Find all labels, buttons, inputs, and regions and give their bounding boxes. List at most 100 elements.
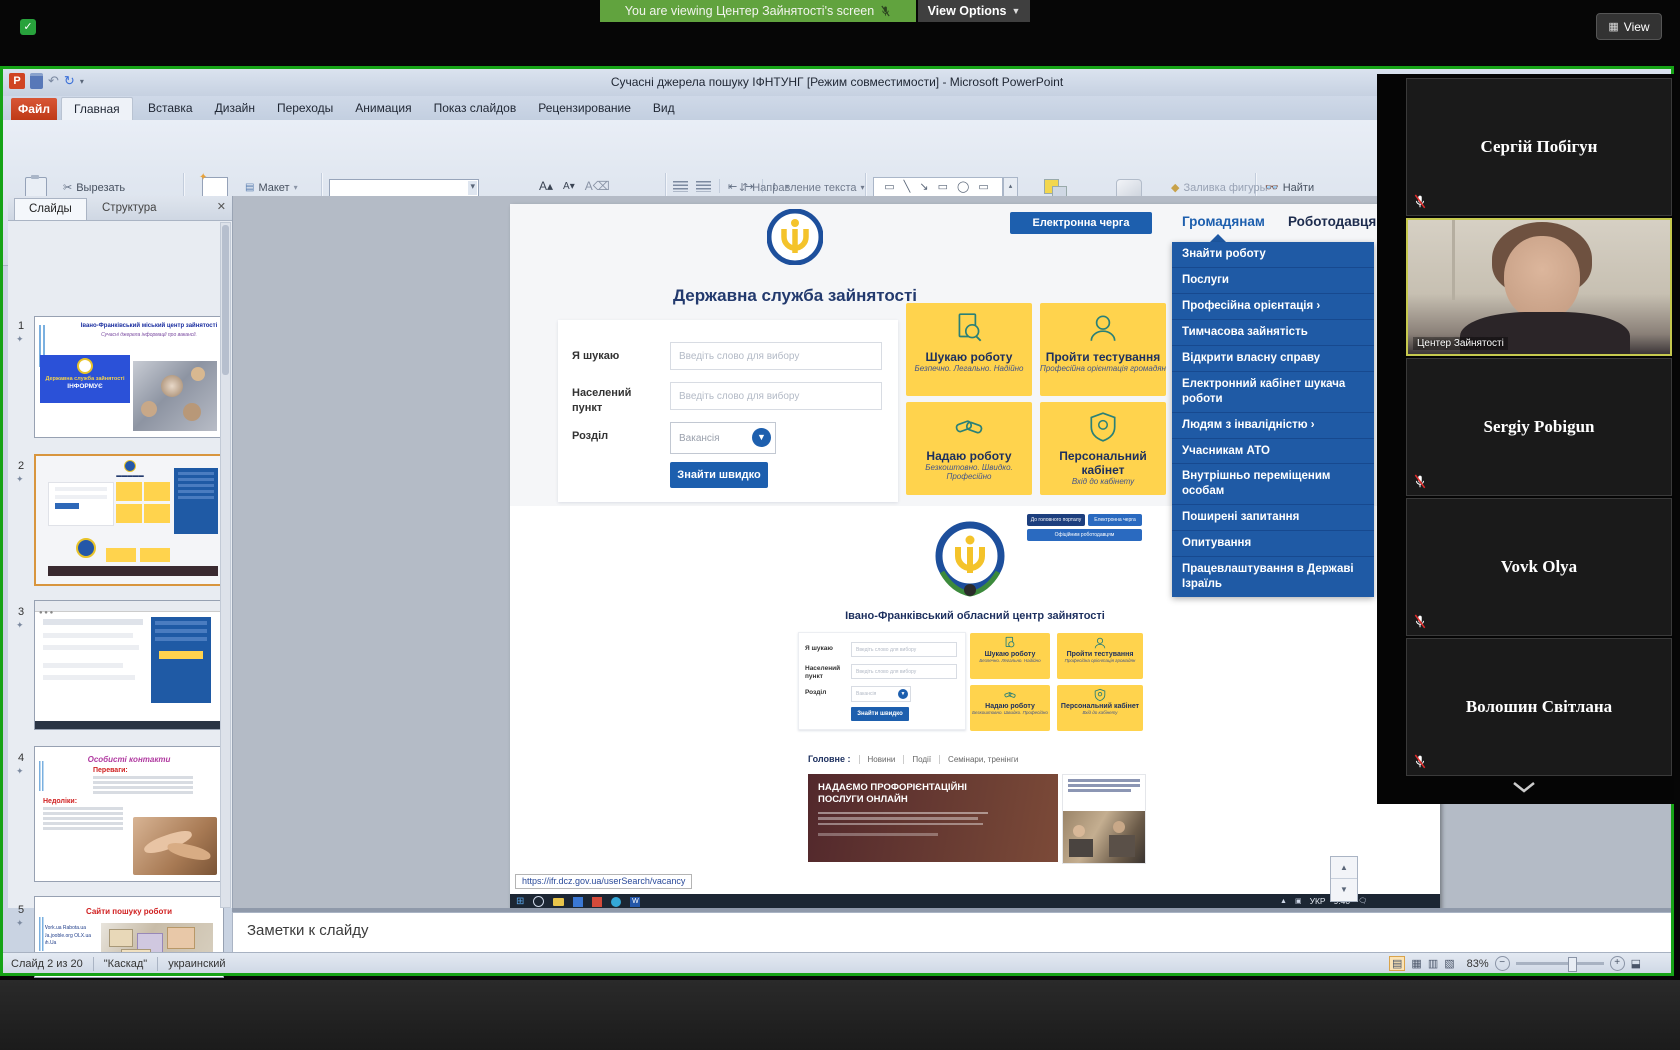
participant-name: Sergiy Pobigun <box>1407 359 1671 495</box>
bullets-icon[interactable] <box>673 181 688 192</box>
layout-icon: ▤ <box>245 182 254 193</box>
url-tooltip: https://ifr.dcz.gov.ua/userSearch/vacanc… <box>515 874 692 889</box>
slide-thumbnail-1[interactable]: Івано-Франківський міський центр зайнято… <box>34 316 224 438</box>
viewing-banner-text: You are viewing Центер Зайнятості's scre… <box>625 4 874 18</box>
slide-thumbnail-3[interactable]: ● ● ● <box>34 600 224 730</box>
thumb5-title: Сайти пошуку роботи <box>35 907 223 916</box>
site2-news-card <box>1062 774 1146 864</box>
active-speaker-video-tile[interactable]: Центер Зайнятості <box>1406 218 1672 356</box>
layout-button[interactable]: ▤Макет▾ <box>245 179 328 196</box>
zoom-out-icon[interactable]: − <box>1495 956 1510 971</box>
menu-item: Знайти роботу <box>1172 242 1374 268</box>
tab-slideshow[interactable]: Показ слайдов <box>423 97 528 119</box>
close-panel-icon[interactable]: ✕ <box>217 200 226 213</box>
thumb4-cons: Недоліки: <box>43 798 223 805</box>
s2-label-q: Я шукаю <box>805 645 833 652</box>
view-sorter-icon[interactable]: ▦ <box>1411 957 1421 970</box>
taskbar-app-icon <box>592 897 602 907</box>
thumb5-sites: Work.ua Rabota.ua Ua.jooble.org OLX.ua h… <box>43 925 93 948</box>
search-label-place: Населений пункт <box>572 386 652 417</box>
tab-review[interactable]: Рецензирование <box>527 97 642 119</box>
ppt-status-bar: Слайд 2 из 20 "Каскад" украинский ▤ ▦ ▥ … <box>3 952 1671 974</box>
cut-button[interactable]: ✂Вырезать <box>63 179 176 196</box>
zoom-in-icon[interactable]: + <box>1610 956 1625 971</box>
video-participant-label: Центер Зайнятості <box>1413 337 1508 350</box>
zoom-toolbar: Unmute ˄ Start Video 36 Participants Sha… <box>0 980 1680 1050</box>
wall-line <box>1452 220 1455 300</box>
windows-start-icon: ⊞ <box>516 896 524 907</box>
slide-nav-scroll-buttons[interactable]: ▲ ▼ <box>1330 856 1358 902</box>
clear-formatting-button[interactable]: A⌫ <box>581 179 614 193</box>
sidebar-scroll-down-button[interactable] <box>1511 780 1537 799</box>
view-normal-icon[interactable]: ▤ <box>1389 956 1405 971</box>
slide-canvas[interactable]: Електронна черга Громадянам Роботодавцям… <box>510 204 1440 910</box>
thumb4-animation-icon: ✦ <box>16 766 24 777</box>
menu-item: Професійна орієнтація › <box>1172 294 1374 320</box>
participant-tile[interactable]: Sergiy Pobigun <box>1406 358 1672 496</box>
previous-slide-icon[interactable]: ▲ <box>1331 857 1357 878</box>
view-button[interactable]: ▦ View <box>1596 13 1662 40</box>
nav-employers: Роботодавцям <box>1288 214 1386 229</box>
view-reading-icon[interactable]: ▥ <box>1428 957 1438 970</box>
zoom-slider-thumb[interactable] <box>1568 957 1577 972</box>
participant-tile[interactable]: Vovk Olya <box>1406 498 1672 636</box>
menu-item: Електронний кабінет шукача роботи <box>1172 372 1374 413</box>
view-slideshow-icon[interactable]: ▧ <box>1444 957 1454 970</box>
site2-pill-portal: До головного порталу <box>1027 514 1085 526</box>
view-options-button[interactable]: View Options ▼ <box>918 0 1030 22</box>
grow-font-button[interactable]: A▴ <box>535 179 557 193</box>
thumb1-box-line1: Державна служба зайнятості <box>40 376 130 382</box>
participant-name: Волошин Світлана <box>1407 639 1671 775</box>
tile-offer-job: Надаю роботу Безкоштовно. Швидко. Профес… <box>906 402 1032 495</box>
thumb2-animation-icon: ✦ <box>16 474 24 485</box>
notes-panel[interactable]: Заметки к слайду <box>232 912 1673 954</box>
status-language[interactable]: украинский <box>168 958 225 970</box>
tab-animations[interactable]: Анимация <box>344 97 422 119</box>
tab-insert[interactable]: Вставка <box>137 97 204 119</box>
find-button[interactable]: 👓Найти <box>1265 179 1336 196</box>
equeue-button: Електронна черга <box>1010 212 1152 234</box>
fit-to-window-icon[interactable]: ⬓ <box>1631 957 1641 970</box>
next-slide-icon[interactable]: ▼ <box>1331 878 1357 900</box>
zoom-slider[interactable] <box>1516 962 1604 965</box>
tab-slides-panel[interactable]: Слайды <box>14 198 87 220</box>
handshake-icon <box>952 410 986 444</box>
site2-search-card: Я шукаю Введіть слово для вибору Населен… <box>798 632 966 730</box>
binoculars-icon: 👓 <box>1265 181 1279 194</box>
banner-title: НАДАЄМО ПРОФОРІЄНТАЦІЙНІ ПОСЛУГИ ОНЛАЙН <box>818 782 968 806</box>
muted-mic-icon <box>880 5 891 18</box>
chevron-down-icon: ▼ <box>1012 6 1021 16</box>
site2-pill-equeue: Електронна черга <box>1088 514 1142 526</box>
muted-mic-icon <box>1413 474 1427 490</box>
s2-input-place: Введіть слово для вибору <box>851 664 957 679</box>
participant-tile[interactable]: Сергій Побігун <box>1406 78 1672 216</box>
tab-design[interactable]: Дизайн <box>204 97 266 119</box>
shape-fill-icon: ◆ <box>1171 181 1179 194</box>
chevron-down-icon <box>1511 780 1537 794</box>
slide-thumbnail-4[interactable]: Особисті контакти Переваги: Недоліки: <box>34 746 224 882</box>
person-icon <box>1086 311 1120 345</box>
tab-outline-panel[interactable]: Структура <box>90 198 169 219</box>
tab-view[interactable]: Вид <box>642 97 686 119</box>
s2-tile-seek-job: Шукаю роботу Безпечно. Легально. Надійно <box>970 633 1050 679</box>
slides-panel: Слайды Структура ✕ 1 ✦ Івано-Франківськи… <box>8 196 233 908</box>
tab-home[interactable]: Главная <box>61 97 133 121</box>
shield-icon <box>1093 688 1107 702</box>
taskbar-app-icon <box>611 897 621 907</box>
tab-file[interactable]: Файл <box>11 98 57 120</box>
shrink-font-button[interactable]: A▾ <box>559 181 579 192</box>
employment-service-logo-icon <box>767 209 823 265</box>
panel-scrollbar[interactable] <box>220 222 231 908</box>
site2-banner: НАДАЄМО ПРОФОРІЄНТАЦІЙНІ ПОСЛУГИ ОНЛАЙН <box>808 774 1058 862</box>
thumb2-number: 2 <box>18 460 24 472</box>
slide-thumbnail-2[interactable]: ▬▬▬▬▬ <box>34 454 226 586</box>
tab-transitions[interactable]: Переходы <box>266 97 344 119</box>
find-fast-button: Знайти швидко <box>670 462 768 488</box>
s2-tile-take-test: Пройти тестування Професійна орієнтація … <box>1057 633 1143 679</box>
security-shield-icon: ✓ <box>20 19 36 35</box>
thumb1-title: Івано-Франківський міський центр зайнято… <box>79 323 219 331</box>
s2-find-button: Знайти швидко <box>851 707 909 721</box>
citizens-dropdown-menu: Знайти роботу Послуги Професійна орієнта… <box>1172 242 1374 597</box>
thumb4-pros: Переваги: <box>93 767 223 774</box>
participant-tile[interactable]: Волошин Світлана <box>1406 638 1672 776</box>
